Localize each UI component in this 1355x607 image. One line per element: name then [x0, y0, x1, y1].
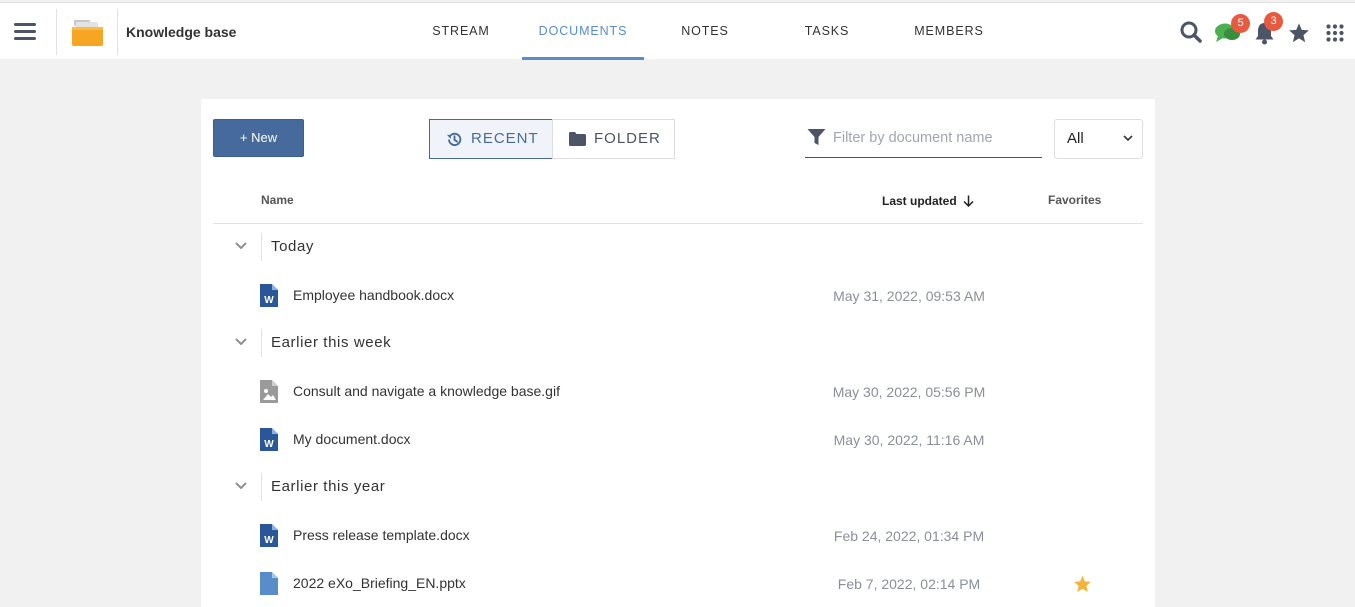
- svg-text:W: W: [264, 295, 274, 306]
- image-file-icon: [260, 380, 278, 403]
- tab-stream[interactable]: STREAM: [400, 3, 522, 60]
- group-label: Earlier this week: [271, 334, 392, 351]
- document-date: May 30, 2022, 05:56 PM: [832, 384, 986, 400]
- documents-panel: + New RECENT FOLDER All Name Last update…: [201, 99, 1155, 607]
- document-date: May 31, 2022, 09:53 AM: [833, 288, 985, 304]
- divider: [117, 9, 118, 55]
- header-divider: [213, 223, 1143, 224]
- word-file-icon: W: [260, 524, 278, 547]
- folder-label: FOLDER: [594, 130, 661, 147]
- chevron-down-icon: [1123, 135, 1133, 142]
- document-name[interactable]: 2022 eXo_Briefing_EN.pptx: [293, 575, 466, 591]
- tab-notes[interactable]: NOTES: [644, 3, 766, 60]
- document-name[interactable]: My document.docx: [293, 431, 411, 447]
- column-header-last-updated[interactable]: Last updated: [882, 193, 974, 208]
- document-row[interactable]: W Employee handbook.docx May 31, 2022, 0…: [213, 276, 1143, 316]
- recent-view-button[interactable]: RECENT: [429, 119, 553, 159]
- document-name[interactable]: Press release template.docx: [293, 527, 470, 543]
- divider: [261, 233, 262, 261]
- document-type-select[interactable]: All: [1054, 119, 1143, 159]
- word-file-icon: W: [260, 428, 278, 451]
- document-date: Feb 7, 2022, 02:14 PM: [837, 576, 981, 592]
- document-row[interactable]: W Press release template.docx Feb 24, 20…: [213, 516, 1143, 556]
- document-row[interactable]: W My document.docx May 30, 2022, 11:16 A…: [213, 420, 1143, 460]
- select-value: All: [1067, 130, 1084, 147]
- document-name[interactable]: Consult and navigate a knowledge base.gi…: [293, 383, 560, 399]
- new-document-button[interactable]: + New: [213, 119, 304, 157]
- group-label: Earlier this year: [271, 478, 386, 495]
- arrow-down-icon: [963, 195, 974, 208]
- folder-view-button[interactable]: FOLDER: [552, 119, 675, 159]
- document-date: Feb 24, 2022, 01:34 PM: [833, 528, 985, 544]
- space-title[interactable]: Knowledge base: [126, 24, 236, 40]
- favorite-star-icon[interactable]: [1073, 575, 1092, 593]
- column-header-name[interactable]: Name: [261, 193, 294, 207]
- group-label: Today: [271, 238, 315, 255]
- column-header-favorites: Favorites: [1048, 193, 1102, 207]
- search-icon[interactable]: [1179, 20, 1203, 44]
- chat-badge: 5: [1231, 14, 1250, 33]
- space-folder-logo[interactable]: [72, 18, 103, 46]
- apps-grid-icon[interactable]: [1326, 24, 1344, 42]
- star-icon[interactable]: [1288, 22, 1310, 44]
- document-date: May 30, 2022, 11:16 AM: [833, 432, 985, 448]
- document-row[interactable]: Consult and navigate a knowledge base.gi…: [213, 372, 1143, 412]
- folder-icon: [569, 132, 586, 146]
- filter-icon: [807, 129, 826, 145]
- chevron-down-icon[interactable]: [235, 482, 247, 490]
- divider: [261, 473, 262, 501]
- filter-field: [805, 119, 1042, 158]
- chevron-down-icon[interactable]: [235, 338, 247, 346]
- document-row[interactable]: 2022 eXo_Briefing_EN.pptx Feb 7, 2022, 0…: [213, 564, 1143, 604]
- word-file-icon: W: [260, 284, 278, 307]
- divider: [56, 9, 57, 55]
- notifications-badge: 3: [1264, 12, 1283, 31]
- generic-file-icon: [260, 572, 278, 595]
- group-earlier-this-year: Earlier this year: [213, 470, 1143, 506]
- chevron-down-icon[interactable]: [235, 242, 247, 250]
- divider: [261, 329, 262, 357]
- tab-members[interactable]: MEMBERS: [888, 3, 1010, 60]
- filter-input[interactable]: [833, 127, 1033, 149]
- hamburger-menu-icon[interactable]: [14, 23, 36, 41]
- tab-tasks[interactable]: TASKS: [766, 3, 888, 60]
- svg-text:W: W: [264, 535, 274, 546]
- new-button-label: New: [251, 130, 278, 145]
- recent-label: RECENT: [471, 130, 539, 147]
- svg-text:W: W: [264, 439, 274, 450]
- group-earlier-this-week: Earlier this week: [213, 326, 1143, 362]
- plus-icon: +: [239, 130, 248, 145]
- tab-documents[interactable]: DOCUMENTS: [522, 3, 644, 60]
- last-updated-label: Last updated: [882, 194, 957, 208]
- top-navigation-bar: Knowledge base STREAM DOCUMENTS NOTES TA…: [0, 2, 1355, 60]
- group-today: Today: [213, 230, 1143, 266]
- history-icon: [446, 132, 462, 146]
- document-name[interactable]: Employee handbook.docx: [293, 287, 454, 303]
